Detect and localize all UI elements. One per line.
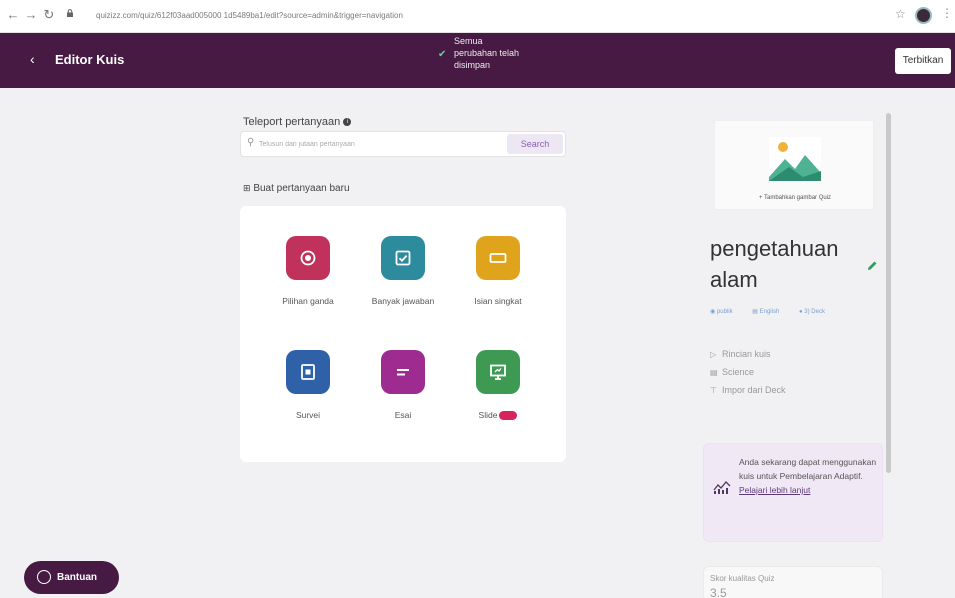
check-icon: ✔: [438, 49, 447, 60]
qtype-label: Esai: [394, 410, 412, 420]
qtype-essay[interactable]: Esai: [353, 350, 453, 420]
quiz-title: pengetahuan alam: [710, 236, 839, 292]
editor-header: ‹ Editor Kuis ✔ Semua perubahan telah di…: [0, 33, 955, 88]
detail-quiz-info[interactable]: ▷ Rincian kuis: [710, 349, 771, 359]
quiz-meta: ◉ publik ▤ English ● 3) Deck: [710, 308, 880, 315]
quality-label: Skor kualitas Quiz: [710, 574, 775, 583]
browser-toolbar: ← → ↻ quizizz.com/quiz/612f03aad005000 1…: [0, 0, 955, 33]
slide-sub-caption: [448, 421, 548, 426]
textbox-icon: [489, 253, 507, 263]
quiz-cover-upload[interactable]: + Tambahkan gambar Quiz: [714, 120, 874, 210]
qtype-label: Banyak jawaban: [371, 296, 435, 306]
meta-deck[interactable]: ● 3) Deck: [799, 309, 834, 315]
teleport-heading: Teleport pertanyaan i: [243, 116, 352, 128]
lock-icon: [67, 9, 73, 17]
page-title: Editor Kuis: [55, 52, 125, 67]
import-icon: ⊤: [710, 386, 717, 395]
promo-text: Anda sekarang dapat menggunakan kuis unt…: [739, 455, 881, 497]
detail-subject[interactable]: ▤ Science: [710, 367, 754, 377]
publish-button[interactable]: Terbitkan: [895, 48, 951, 74]
adaptive-learning-promo: Anda sekarang dapat menggunakan kuis unt…: [703, 443, 883, 542]
book-icon: ▤: [710, 368, 718, 377]
qtype-multi-answer[interactable]: Banyak jawaban: [353, 236, 453, 306]
kebab-menu-icon[interactable]: ⋮: [941, 6, 953, 20]
meta-visibility[interactable]: ◉ publik: [710, 309, 742, 315]
search-input[interactable]: [259, 135, 499, 153]
new-question-heading: ⊞ Buat pertanyaan baru: [243, 183, 350, 194]
qtype-short-answer[interactable]: Isian singkat: [448, 236, 548, 306]
profile-avatar[interactable]: [915, 7, 932, 24]
address-bar[interactable]: quizizz.com/quiz/612f03aad005000 1d5489b…: [80, 6, 860, 26]
qtype-survey[interactable]: Survei: [258, 350, 358, 420]
qtype-multiple-choice[interactable]: Pilihan ganda: [258, 236, 358, 306]
arrow-left-icon[interactable]: ←: [4, 6, 22, 24]
star-icon[interactable]: ☆: [895, 7, 906, 21]
chevron-left-icon[interactable]: ‹: [30, 51, 35, 67]
lines-icon: [397, 369, 409, 376]
qtype-slide[interactable]: Slide: [448, 350, 548, 426]
pencil-icon[interactable]: [866, 260, 878, 272]
quality-value: 3.5: [710, 586, 727, 598]
meta-language[interactable]: ▤ English: [752, 309, 788, 315]
poll-icon: [301, 364, 315, 380]
qtype-label: Slide: [448, 410, 548, 421]
radio-icon: [300, 250, 316, 266]
detail-import[interactable]: ⊤ Impor dari Deck: [710, 385, 786, 395]
search-button[interactable]: Search: [507, 134, 563, 154]
add-cover-label: + Tambahkan gambar Quiz: [758, 195, 832, 201]
question-type-card: Pilihan ganda Banyak jawaban Isian singk…: [240, 206, 566, 462]
quality-score-box: Skor kualitas Quiz 3.5: [703, 566, 883, 598]
arrow-right-icon[interactable]: →: [22, 6, 40, 24]
graduation-cap-icon: ▷: [710, 350, 717, 359]
chart-icon: [713, 481, 731, 494]
teleport-search: ⚲ Search: [240, 131, 566, 157]
chat-bubble-icon: [37, 570, 51, 584]
checkbox-icon: [395, 250, 411, 266]
search-icon: ⚲: [247, 137, 255, 148]
image-placeholder-icon: [769, 137, 821, 181]
reload-icon[interactable]: ↻: [40, 6, 58, 24]
info-icon[interactable]: i: [343, 118, 352, 127]
qtype-label: Pilihan ganda: [282, 296, 334, 306]
presentation-icon: [490, 364, 506, 380]
sidebar-scrollbar[interactable]: [886, 113, 891, 473]
qtype-label: Survei: [295, 410, 321, 420]
help-button[interactable]: Bantuan: [24, 561, 119, 594]
new-badge: [499, 411, 518, 421]
qtype-label: Isian singkat: [474, 296, 522, 306]
save-status: ✔ Semua perubahan telah disimpan: [438, 36, 520, 70]
learn-more-link[interactable]: Pelajari lebih lanjut: [739, 483, 881, 497]
plus-square-icon: ⊞: [243, 183, 251, 193]
